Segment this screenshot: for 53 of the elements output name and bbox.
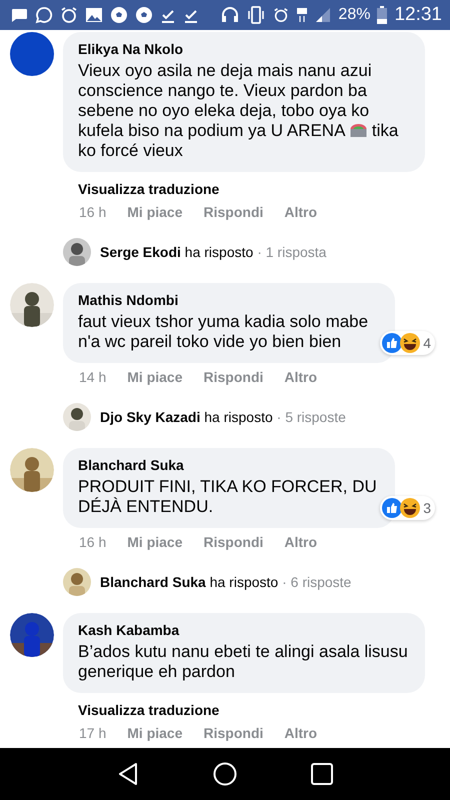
comment-action[interactable]: Rispondi	[204, 204, 264, 220]
alarm-icon	[60, 6, 78, 24]
author-name[interactable]: Blanchard Suka	[78, 455, 381, 475]
battery-percentage: 28%	[338, 6, 370, 24]
comment-action[interactable]: Rispondi	[204, 369, 264, 385]
comment-time: 17 h	[79, 725, 106, 741]
image-icon	[85, 7, 103, 23]
recent-apps-icon[interactable]	[311, 763, 333, 785]
comment-action[interactable]: Rispondi	[204, 725, 264, 741]
comment-time: 16 h	[79, 204, 106, 220]
author-name[interactable]: Kash Kabamba	[78, 620, 411, 640]
headset-icon	[221, 6, 240, 24]
comment-action[interactable]: Mi piace	[127, 725, 182, 741]
stadium-icon	[350, 123, 368, 138]
clock-time: 12:31	[394, 4, 442, 26]
whatsapp-icon	[35, 6, 53, 24]
replies-link[interactable]: Blanchard Suka ha risposto · 6 risposte	[100, 574, 352, 590]
laughing-emoji-icon	[400, 333, 420, 353]
laughing-emoji-icon	[400, 498, 420, 518]
comment-text: B’ados kutu nanu ebeti te alingi asala lisusu generique eh pardon	[78, 642, 409, 682]
comment-action[interactable]: Altro	[284, 725, 318, 741]
signal-icon	[315, 7, 332, 23]
battery-icon	[377, 6, 388, 24]
translate-link[interactable]: Visualizza traduzione	[78, 180, 220, 198]
alarm-icon	[273, 7, 290, 23]
vibrate-icon	[246, 6, 266, 24]
reactions-badge[interactable]: 3	[380, 496, 435, 520]
comment-action[interactable]: Mi piace	[127, 534, 182, 550]
reactions-badge[interactable]: 4	[380, 331, 435, 355]
like-icon	[382, 498, 402, 518]
comment-action[interactable]: Rispondi	[204, 534, 264, 550]
avatar[interactable]	[10, 32, 54, 76]
replies-link[interactable]: Djo Sky Kazadi ha risposto · 5 risposte	[100, 409, 346, 425]
comment-action[interactable]: Mi piace	[127, 369, 182, 385]
comment-action[interactable]: Mi piace	[127, 204, 182, 220]
soccer-ball-icon	[110, 6, 128, 24]
chat-bubble-icon	[10, 8, 28, 22]
comment-time: 14 h	[79, 369, 106, 385]
comment-action[interactable]: Altro	[284, 369, 318, 385]
back-icon[interactable]	[117, 762, 139, 786]
comment-time: 16 h	[79, 534, 106, 550]
home-icon[interactable]	[213, 762, 237, 786]
translate-link[interactable]: Visualizza traduzione	[78, 701, 220, 719]
comment-text: PRODUIT FINI, TIKA KO FORCER, DU DÉJÀ ENTENDU.	[78, 477, 378, 517]
soccer-ball-icon	[135, 6, 153, 24]
comment-action[interactable]: Altro	[284, 534, 318, 550]
replies-link[interactable]: Serge Ekodi ha risposto · 1 risposta	[100, 244, 326, 260]
comment-text: faut vieux tshor yuma kadia solo mabe n'a wc pareil toko vide yo bien bien	[78, 312, 370, 352]
comment-text: Vieux oyo asila ne deja mais nanu azui conscience nango te. Vieux pardon ba sebene no oyo eleka deja, tobo oya ko kufela biso na podium ya U ARENA tika ko forcé vieux	[78, 61, 400, 161]
author-name[interactable]: Elikya Na Nkolo	[78, 39, 411, 59]
like-icon	[382, 333, 402, 353]
author-name[interactable]: Mathis Ndombi	[78, 290, 381, 310]
comment-action[interactable]: Altro	[284, 204, 318, 220]
